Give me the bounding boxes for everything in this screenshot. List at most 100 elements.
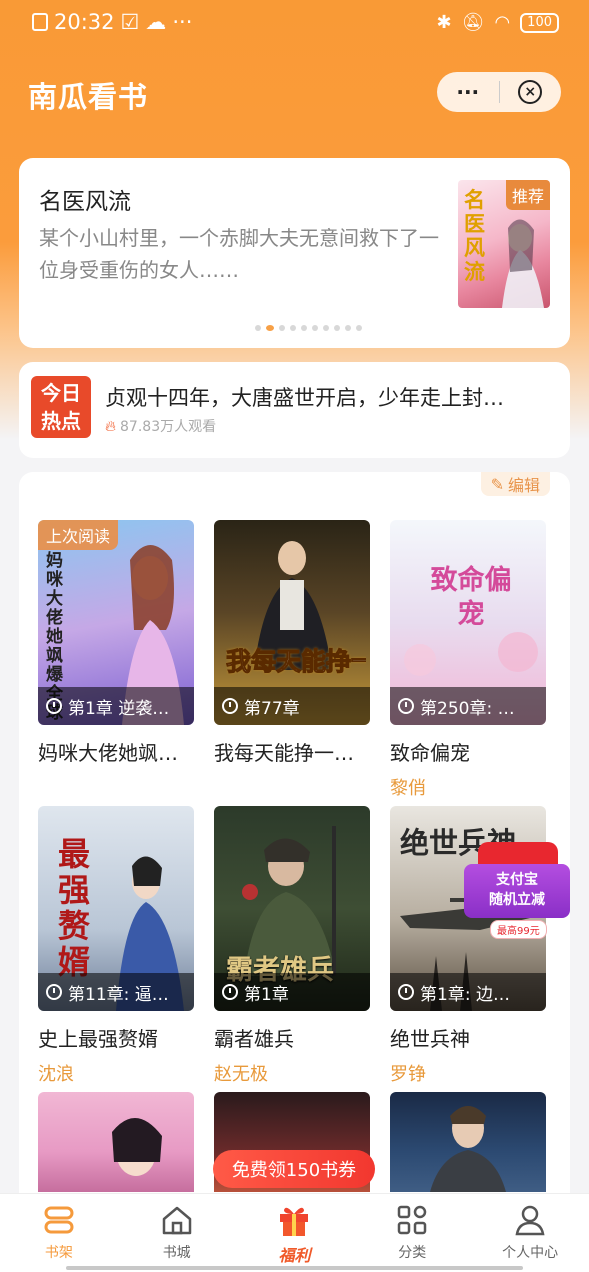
- app-title: 南瓜看书: [28, 80, 149, 114]
- recommend-banner[interactable]: 名医风流 某个小山村里，一个赤脚大夫无意间救下了一位身受重伤的女人…… 名医风流…: [19, 158, 570, 348]
- reading-progress: 第250章: …: [390, 687, 546, 725]
- book-item[interactable]: 妈咪大佬她飒爆全球 上次阅读 第1章 逆袭… 妈咪大佬她飒…: [38, 520, 194, 766]
- hot-headline: 贞观十四年，大唐盛世开启，少年走上封…: [105, 386, 504, 410]
- book-author: 罗铮: [390, 1064, 426, 1085]
- free-coupon-button[interactable]: 免费领150书券: [213, 1150, 375, 1188]
- book-cover[interactable]: 最强赘婿 第11章: 逼…: [38, 806, 194, 1011]
- reading-progress: 第1章 逆袭…: [38, 687, 194, 725]
- bottom-tab-bar: 书架 书城 福利 分类 个人中心: [0, 1193, 589, 1272]
- today-hot-card[interactable]: 今日 热点 贞观十四年，大唐盛世开启，少年走上封… 🔥︎ 87.83万人观看: [19, 362, 570, 458]
- history-icon: [222, 984, 238, 1000]
- book-title: 致命偏宠: [390, 741, 470, 765]
- progress-text: 第77章: [244, 698, 300, 719]
- carousel-dot[interactable]: [301, 325, 307, 331]
- tab-welfare[interactable]: 福利: [236, 1194, 354, 1272]
- more-menu-button[interactable]: ···: [437, 72, 499, 112]
- alipay-promo[interactable]: 支付宝 随机立减 最高99元: [464, 842, 570, 939]
- fire-icon: 🔥︎: [105, 417, 117, 435]
- progress-text: 第1章: 边…: [420, 984, 510, 1005]
- carousel-dot[interactable]: [312, 325, 318, 331]
- book-cover-art: [112, 1117, 162, 1176]
- history-icon: [398, 698, 414, 714]
- history-icon: [46, 984, 62, 1000]
- carousel-dot[interactable]: [255, 325, 261, 331]
- tab-bookshelf[interactable]: 书架: [0, 1194, 118, 1272]
- reading-progress: 第77章: [214, 687, 370, 725]
- book-cover[interactable]: 妈咪大佬她飒爆全球 上次阅读 第1章 逆袭…: [38, 520, 194, 725]
- status-more: ···: [172, 10, 193, 34]
- promo-note: 最高99元: [490, 920, 547, 939]
- tab-bookstore[interactable]: 书城: [118, 1194, 236, 1272]
- pencil-icon: ✎: [490, 474, 504, 494]
- carousel-dot[interactable]: [345, 325, 351, 331]
- home-indicator: [66, 1266, 523, 1270]
- book-item[interactable]: 我每天能挣一个亿 第77章 我每天能挣一…: [214, 520, 370, 766]
- history-icon: [398, 984, 414, 1000]
- progress-text: 第1章: [244, 984, 289, 1005]
- book-title: 我每天能挣一…: [214, 741, 354, 765]
- wifi-icon: ◠: [494, 12, 511, 33]
- tab-label: 福利: [278, 1246, 311, 1265]
- history-icon: [222, 698, 238, 714]
- mini-program-capsule: ··· ×: [437, 72, 561, 112]
- status-time: 20:32: [54, 10, 115, 34]
- person-icon: [512, 1202, 548, 1238]
- today-hot-badge: 今日 热点: [31, 376, 91, 438]
- edit-label: 编辑: [507, 476, 540, 495]
- promo-line2: 随机立减: [489, 892, 545, 908]
- book-title: 霸者雄兵: [214, 1027, 294, 1051]
- badge-line2: 热点: [41, 409, 81, 433]
- carousel-dot[interactable]: [279, 325, 285, 331]
- book-cover[interactable]: [38, 1092, 194, 1192]
- progress-text: 第11章: 逼…: [68, 984, 169, 1005]
- book-item[interactable]: 最强赘婿 第11章: 逼… 史上最强赘婿 沈浪: [38, 806, 194, 1086]
- book-cover[interactable]: 我每天能挣一个亿 第77章: [214, 520, 370, 725]
- book-cover[interactable]: [390, 1092, 546, 1192]
- promo-line1: 支付宝: [496, 872, 538, 888]
- progress-text: 第1章 逆袭…: [68, 698, 170, 719]
- history-icon: [46, 698, 62, 714]
- hot-views: 🔥︎ 87.83万人观看: [105, 416, 216, 436]
- hot-views-count: 87.83万人观看: [120, 419, 217, 435]
- close-button[interactable]: ×: [500, 72, 562, 112]
- reading-progress: 第1章: [214, 973, 370, 1011]
- book-item[interactable]: 霸者雄兵 第1章 霸者雄兵 赵无极: [214, 806, 370, 1086]
- reading-progress: 第1章: 边…: [390, 973, 546, 1011]
- close-icon: ×: [518, 80, 543, 104]
- book-cover[interactable]: 霸者雄兵 第1章: [214, 806, 370, 1011]
- banner-cover[interactable]: 名医风流 推荐: [458, 180, 550, 308]
- book-author: 沈浪: [38, 1064, 74, 1085]
- progress-text: 第250章: …: [420, 698, 515, 719]
- carousel-dot[interactable]: [356, 325, 362, 331]
- badge-line1: 今日: [41, 381, 81, 405]
- bookshelf-icon: [41, 1202, 77, 1238]
- bluetooth-icon: ✱: [436, 12, 452, 33]
- last-read-tag: 上次阅读: [38, 520, 119, 550]
- carousel-indicator: [255, 325, 362, 331]
- book-title: 妈咪大佬她飒…: [38, 741, 178, 765]
- carousel-dot[interactable]: [266, 325, 274, 331]
- book-title: 绝世兵神: [390, 1027, 470, 1051]
- edit-button[interactable]: ✎ 编辑: [480, 472, 550, 496]
- carousel-dot[interactable]: [334, 325, 340, 331]
- tab-profile[interactable]: 个人中心: [471, 1194, 589, 1272]
- mute-icon: 🔕︎: [461, 12, 485, 33]
- tab-category[interactable]: 分类: [353, 1194, 471, 1272]
- book-author: 赵无极: [214, 1064, 268, 1085]
- carousel-dot[interactable]: [323, 325, 329, 331]
- sim-icon: [32, 13, 48, 31]
- grid-icon: [394, 1202, 430, 1238]
- book-cover[interactable]: 致命偏宠 第250章: …: [390, 520, 546, 725]
- banner-description: 某个小山村里，一个赤脚大夫无意间救下了一位身受重伤的女人……: [39, 226, 439, 282]
- book-item[interactable]: [390, 1092, 546, 1192]
- book-item[interactable]: 致命偏宠 第250章: … 致命偏宠 黎俏: [390, 520, 546, 800]
- weather-icon: ☁: [145, 10, 167, 34]
- tab-label: 书城: [162, 1245, 191, 1261]
- carousel-dot[interactable]: [290, 325, 296, 331]
- check-icon: ☑: [120, 10, 140, 34]
- book-item[interactable]: [38, 1092, 194, 1192]
- reading-progress: 第11章: 逼…: [38, 973, 194, 1011]
- banner-title: 名医风流: [39, 189, 131, 215]
- book-author: 黎俏: [390, 778, 426, 799]
- status-bar: 20:32 ☑ ☁ ··· ✱ 🔕︎ ◠ 100: [0, 0, 589, 50]
